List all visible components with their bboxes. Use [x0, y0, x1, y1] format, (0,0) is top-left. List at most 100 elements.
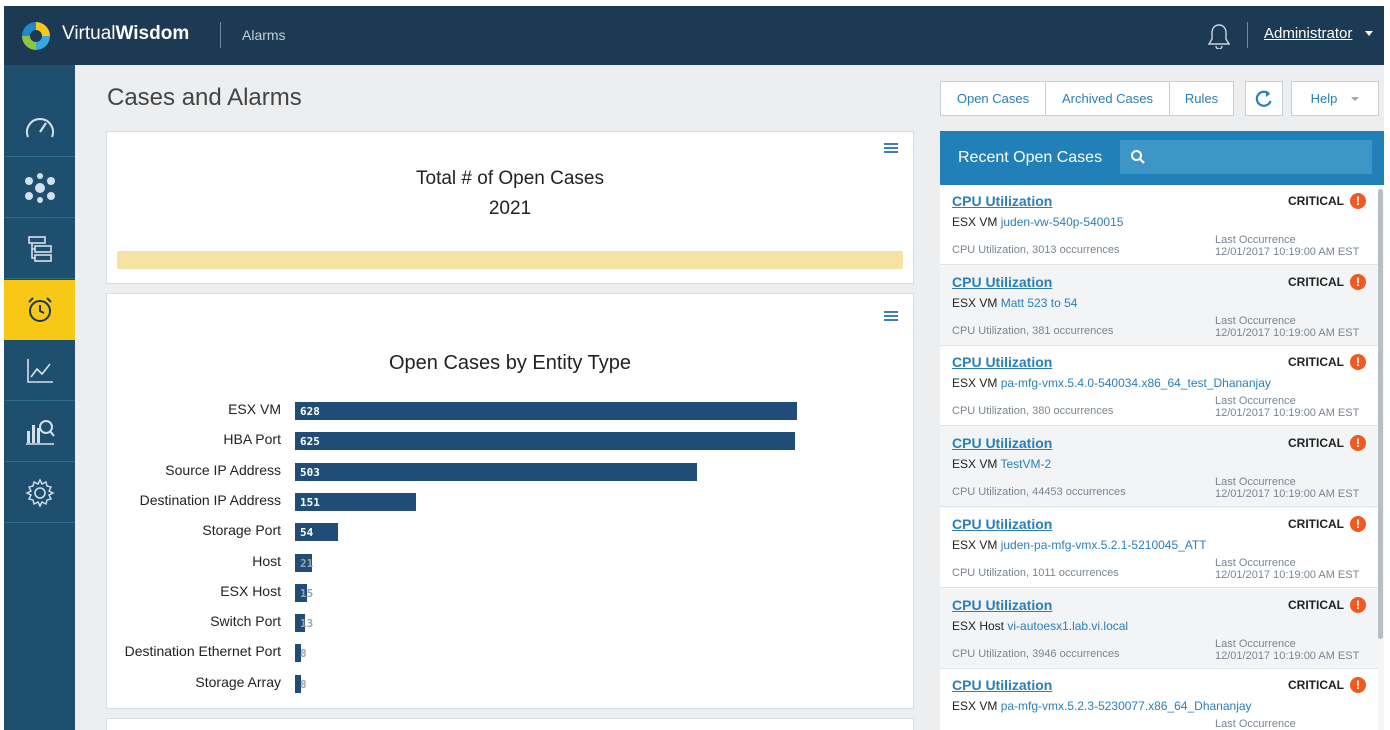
sidebar	[4, 65, 75, 730]
panel-menu-icon[interactable]	[884, 143, 898, 154]
case-entity: ESX VM pa-mfg-vmx.5.2.3-5230077.x86_64_D…	[952, 699, 1252, 713]
user-menu[interactable]: Administrator	[1264, 25, 1352, 42]
panel-menu-icon[interactable]	[884, 311, 898, 322]
open-cases-button[interactable]: Open Cases	[940, 81, 1046, 116]
caret-down-icon	[1351, 96, 1360, 101]
category-label: Storage Array	[195, 673, 281, 690]
alert-icon: !	[1350, 273, 1366, 290]
category-label: ESX VM	[228, 401, 281, 417]
entity-link[interactable]: pa-mfg-vmx.5.2.3-5230077.x86_64_Dhananja…	[1001, 699, 1252, 713]
entity-link[interactable]: juden-vw-540p-540015	[1001, 215, 1124, 229]
sidebar-item-topology[interactable]	[4, 158, 75, 218]
bar[interactable]	[295, 432, 795, 451]
bar-chart-search-icon	[25, 419, 55, 445]
case-item[interactable]: CPU Utilization CRITICAL! ESX VM pa-mfg-vm…	[940, 669, 1378, 730]
refresh-button[interactable]	[1245, 81, 1283, 116]
occurrence-count: CPU Utilization, 380 occurrences	[952, 405, 1114, 418]
last-occurrence-date: 12/01/2017 10:19:00 AM EST	[1215, 488, 1360, 501]
alert-icon: !	[1350, 193, 1366, 209]
archived-cases-button[interactable]: Archived Cases	[1045, 81, 1170, 116]
recent-open-cases-title: Recent Open Cases	[958, 149, 1103, 166]
alert-icon: !	[1350, 354, 1366, 371]
total-cases-bar	[117, 251, 903, 269]
last-occurrence-date: 12/01/2017 10:19:00 AM EST	[1215, 246, 1360, 258]
tree-icon	[27, 235, 52, 262]
entity-type: ESX VM	[952, 457, 998, 472]
case-title-link[interactable]: CPU Utilization	[952, 274, 1052, 290]
case-item[interactable]: CPU Utilization CRITICAL! ESX VM juden-vw-…	[940, 185, 1378, 265]
rules-button[interactable]: Rules	[1169, 81, 1234, 116]
case-title-link[interactable]: CPU Utilization	[952, 677, 1052, 693]
entity-type: ESX VM	[952, 376, 998, 391]
bell-icon[interactable]	[1208, 23, 1230, 49]
case-title-link[interactable]: CPU Utilization	[952, 597, 1052, 613]
chart-title: Open Cases by Entity Type	[389, 352, 631, 374]
category-label: Storage Port	[202, 522, 281, 539]
bar-value-label: 503	[300, 465, 320, 479]
sidebar-item-dashboard[interactable]	[4, 97, 75, 157]
case-item[interactable]: CPU Utilization CRITICAL! ESX VM Matt 523 …	[940, 265, 1378, 346]
entity-link[interactable]: TestVM-2	[1000, 457, 1051, 471]
sidebar-item-settings[interactable]	[4, 463, 75, 523]
case-title-link[interactable]: CPU Utilization	[952, 193, 1052, 209]
refresh-icon	[1255, 90, 1272, 107]
bar-value-label: 628	[300, 405, 320, 418]
case-title-link[interactable]: CPU Utilization	[952, 354, 1052, 370]
case-entity: ESX Host vi-autoesx1.lab.vi.local	[952, 619, 1128, 633]
bar-value-label: 54	[300, 526, 314, 540]
bar-value-label: 8	[300, 647, 307, 661]
case-title-link[interactable]: CPU Utilization	[952, 516, 1052, 532]
caret-down-icon[interactable]	[1365, 31, 1373, 36]
case-entity: ESX VM pa-mfg-vmx.5.4.0-540034.x86_64_te…	[952, 376, 1271, 390]
case-item[interactable]: CPU Utilization CRITICAL! ESX VM pa-mfg-vm…	[940, 346, 1378, 427]
last-occurrence-date: 12/01/2017 10:19:00 AM EST	[1215, 326, 1360, 339]
sidebar-item-analytics[interactable]	[4, 402, 75, 462]
module-name: Alarms	[242, 27, 286, 43]
entity-link[interactable]: vi-autoesx1.lab.vi.local	[1007, 619, 1128, 633]
entity-link[interactable]: Matt 523 to 54	[1001, 296, 1078, 310]
recent-cases-search[interactable]	[1120, 140, 1372, 174]
sidebar-item-hierarchy[interactable]	[4, 219, 75, 279]
severity-label: CRITICAL	[1288, 355, 1344, 370]
brand-name-bold: Wisdom	[115, 23, 190, 44]
entity-link[interactable]: pa-mfg-vmx.5.4.0-540034.x86_64_test_Dhan…	[1001, 376, 1271, 390]
severity-label: CRITICAL	[1288, 516, 1344, 531]
case-entity: ESX VM juden-vw-540p-540015	[952, 215, 1123, 229]
search-icon	[1131, 150, 1145, 164]
sidebar-item-trends[interactable]	[4, 341, 75, 401]
category-label: Switch Port	[210, 613, 281, 630]
page-title: Cases and Alarms	[107, 84, 302, 111]
category-label: Destination IP Address	[139, 491, 281, 508]
entity-type: ESX VM	[952, 537, 998, 552]
virtualwisdom-logo-icon	[21, 21, 51, 51]
case-title-link[interactable]: CPU Utilization	[952, 435, 1052, 451]
last-occurrence-label: Last Occurrence	[1215, 718, 1296, 730]
occurrence-count: CPU Utilization, 3013 occurrences	[952, 244, 1120, 256]
top-bar: VirtualWisdom Alarms Administrator	[4, 6, 1384, 65]
last-occurrence-label: Last Occurrence	[1215, 395, 1296, 408]
scrollbar[interactable]	[1378, 189, 1383, 639]
bar[interactable]	[295, 462, 698, 481]
case-item[interactable]: CPU Utilization CRITICAL! ESX VM TestVM-2 C…	[940, 427, 1378, 508]
severity-label: CRITICAL	[1288, 274, 1344, 289]
last-occurrence-label: Last Occurrence	[1215, 556, 1296, 569]
occurrence-count: CPU Utilization, 1011 occurrences	[952, 566, 1119, 579]
last-occurrence-date: 12/01/2017 10:19:00 AM EST	[1215, 568, 1360, 581]
recent-open-cases-header: Recent Open Cases	[940, 131, 1384, 185]
severity-label: CRITICAL	[1288, 436, 1344, 451]
brand-name[interactable]: VirtualWisdom	[62, 23, 189, 45]
app-window: VirtualWisdom Alarms Administrator Cases…	[0, 0, 1390, 730]
entity-link[interactable]: juden-pa-mfg-vmx.5.2.1-5210045_ATT	[1001, 538, 1207, 552]
case-item[interactable]: CPU Utilization CRITICAL! ESX Host vi-auto…	[940, 588, 1378, 669]
category-label: ESX Host	[220, 582, 281, 599]
alert-icon: !	[1350, 435, 1366, 452]
case-item[interactable]: CPU Utilization CRITICAL! ESX VM juden-pa-…	[940, 507, 1378, 588]
help-button[interactable]: Help	[1291, 81, 1379, 116]
alert-icon: !	[1350, 515, 1366, 532]
bar-value-label: 13	[300, 617, 314, 631]
bar[interactable]	[295, 402, 798, 420]
network-icon	[24, 172, 55, 203]
sidebar-item-alarms[interactable]	[4, 280, 75, 340]
severity-label: CRITICAL	[1288, 678, 1344, 693]
occurrence-count: CPU Utilization, 381 occurrences	[952, 324, 1114, 337]
